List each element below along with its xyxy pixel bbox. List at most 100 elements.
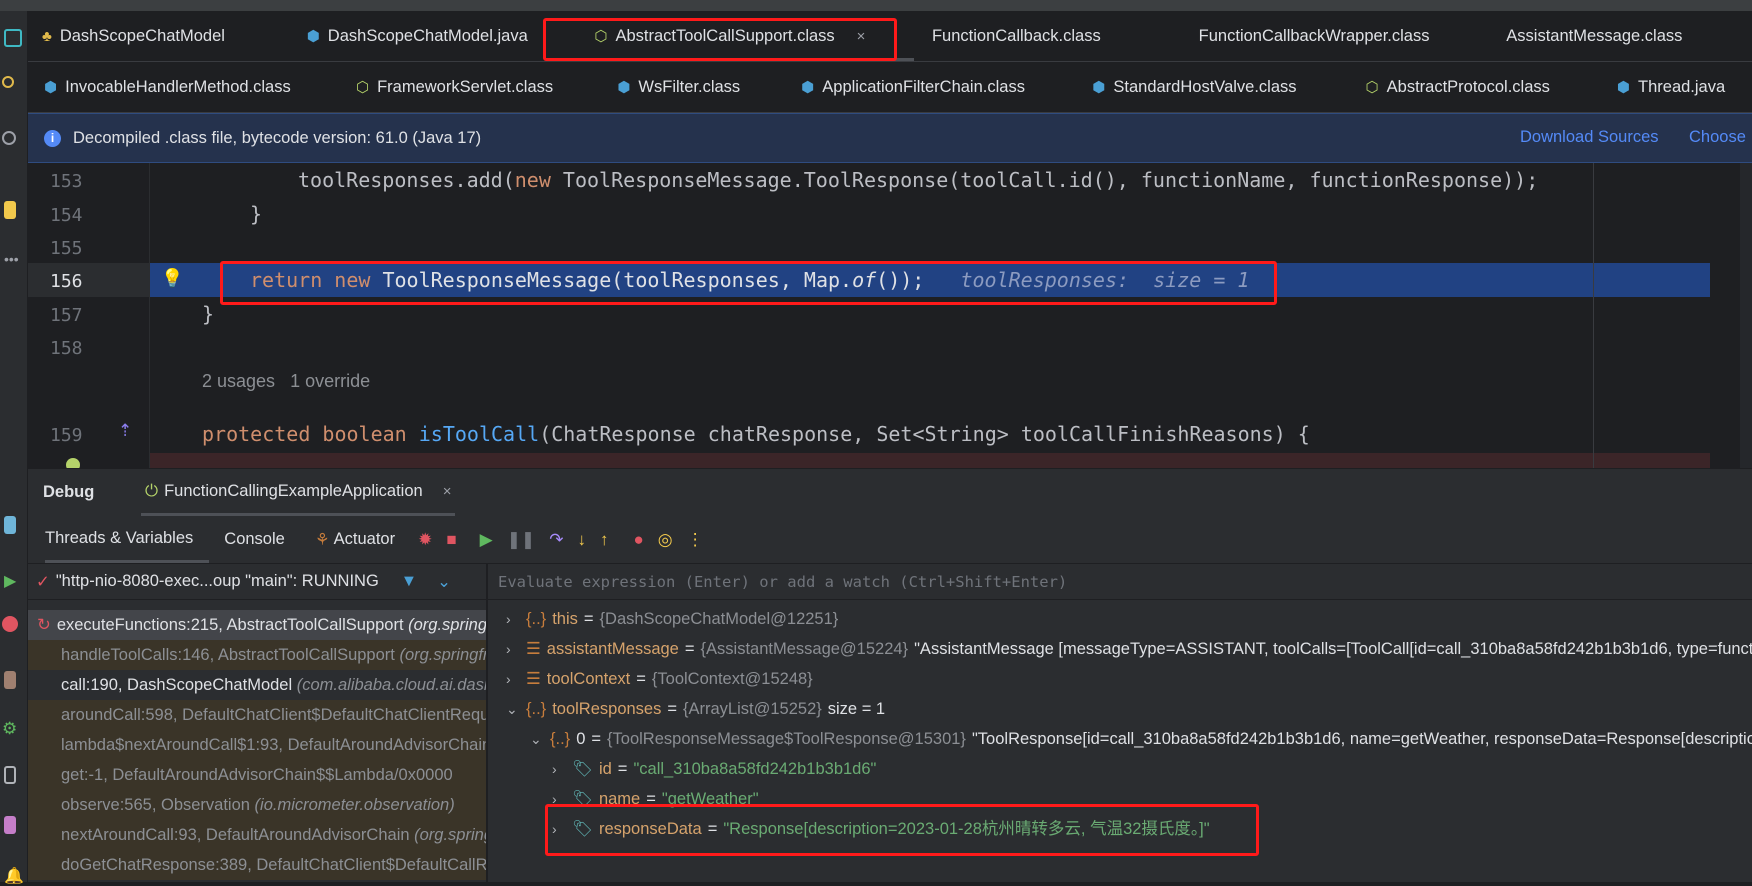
debug-icon[interactable] — [2, 616, 18, 632]
close-session-icon[interactable]: × — [443, 483, 452, 500]
java-class-icon: ⬢ — [617, 79, 631, 96]
rerun-debug-icon[interactable]: ✹ — [418, 530, 432, 550]
more-options-icon[interactable]: ⋮ — [687, 530, 704, 550]
tab-threads-variables[interactable]: Threads & Variables — [45, 516, 210, 563]
breakpoint-icon[interactable] — [66, 458, 80, 468]
chevron-right-icon[interactable]: › — [552, 814, 566, 844]
usages-link[interactable]: 2 usages — [202, 371, 275, 391]
choose-sources-link[interactable]: Choose — [1689, 128, 1746, 147]
stack-frame[interactable]: nextAroundCall:93, DefaultAroundAdvisorC… — [28, 820, 486, 850]
tab-functioncallback[interactable]: FunctionCallback.class — [914, 11, 1169, 61]
settings-gear-icon[interactable]: ⚙ — [2, 719, 20, 738]
tab-actuator[interactable]: Actuator — [334, 530, 395, 549]
tab-thread[interactable]: ⬢ Thread.java — [1603, 62, 1752, 112]
filter-icon[interactable]: ▼ — [401, 572, 417, 591]
chevron-down-icon[interactable]: ⌄ — [437, 572, 451, 592]
tab-functioncallbackwrapper[interactable]: FunctionCallbackWrapper.class — [1169, 11, 1493, 61]
code-vision-hints: 2 usages 1 override — [202, 371, 370, 392]
stack-frame[interactable]: handleToolCalls:146, AbstractToolCallSup… — [28, 640, 486, 670]
variable-responsedata[interactable]: › 🏷 responseData = "Response[description=202… — [552, 814, 1210, 844]
decompiled-info-bar: i Decompiled .class file, bytecode versi… — [28, 113, 1752, 163]
variable-assistantmessage[interactable]: › ☰ assistantMessage = {AssistantMessage@152… — [506, 634, 1752, 664]
class-file-icon: ⬡ — [1365, 79, 1379, 96]
window-title-strip — [0, 0, 1752, 11]
chevron-right-icon[interactable]: › — [506, 604, 520, 634]
stop-icon[interactable]: ■ — [446, 530, 456, 550]
variable-id[interactable]: › 🏷 id = "call_310ba8a58fd242b1b3b1d6" — [552, 754, 876, 784]
activity-bar: ••• ▶ ⚙ 🔔 — [0, 11, 28, 885]
chevron-right-icon[interactable]: › — [552, 754, 566, 784]
lightbulb-icon[interactable]: 💡 — [161, 268, 183, 289]
services-icon[interactable] — [4, 671, 16, 689]
chevron-down-icon[interactable]: ⌄ — [506, 694, 520, 724]
line-number: 157 — [50, 305, 83, 326]
tag-icon: 🏷 — [572, 820, 593, 838]
plugin-icon[interactable] — [4, 816, 16, 834]
commit-icon[interactable] — [2, 76, 14, 88]
code-line-153: toolResponses.add(new ToolResponseMessag… — [298, 168, 1539, 192]
evaluate-expression-input[interactable]: Evaluate expression (Enter) or add a wat… — [488, 564, 1752, 600]
stack-frame[interactable]: observe:565, Observation (io.micrometer.… — [28, 790, 486, 820]
debug-session-tab[interactable]: ⏻ FunctionCallingExampleApplication × — [141, 469, 456, 516]
resume-icon[interactable]: ▶ — [480, 530, 493, 550]
tab-assistantmessage[interactable]: AssistantMessage.class — [1492, 11, 1752, 61]
frames-panel: ✓ "http-nio-8080-exec...oup "main": RUNN… — [28, 564, 487, 882]
stack-frame[interactable]: get:-1, DefaultAroundAdvisorChain$$Lambd… — [28, 760, 486, 790]
tab-abstracttoolcallsupport[interactable]: ⬡ AbstractToolCallSupport.class × — [554, 11, 914, 61]
step-out-icon[interactable]: ↑ — [600, 530, 609, 550]
download-sources-link[interactable]: Download Sources — [1520, 128, 1659, 147]
code-line-154: } — [250, 202, 263, 226]
variable-item-0[interactable]: ⌄ {..} 0 = {ToolResponseMessage$ToolResponse… — [530, 724, 1752, 754]
override-link[interactable]: 1 override — [290, 371, 370, 391]
project-icon[interactable] — [4, 29, 22, 47]
chevron-down-icon[interactable]: ⌄ — [530, 724, 544, 754]
thread-selector[interactable]: ✓ "http-nio-8080-exec...oup "main": RUNN… — [28, 564, 486, 600]
structure-icon[interactable] — [4, 201, 16, 219]
stack-frame[interactable]: lambda$nextAroundCall$1:93, DefaultAroun… — [28, 730, 486, 760]
chevron-right-icon[interactable]: › — [506, 664, 520, 694]
chevron-right-icon[interactable]: › — [506, 634, 520, 664]
java-class-icon: ⬢ — [306, 28, 320, 45]
view-breakpoints-icon[interactable]: ● — [633, 530, 643, 550]
mute-breakpoints-icon[interactable]: ◎ — [658, 530, 673, 550]
tab-frameworkservlet[interactable]: ⬡ FrameworkServlet.class — [342, 62, 603, 112]
terminal-icon[interactable] — [4, 766, 16, 784]
tab-invocablehandlermethod[interactable]: ⬢ InvocableHandlerMethod.class — [28, 62, 342, 112]
help-icon[interactable] — [2, 131, 16, 145]
step-into-icon[interactable]: ↓ — [577, 530, 586, 550]
tag-icon: 🏷 — [572, 790, 593, 808]
step-over-icon[interactable]: ↷ — [549, 530, 563, 550]
tab-dashscopechatmodel-java[interactable]: ⬢ DashScopeChatModel.java — [293, 11, 555, 61]
debug-toolbar: Threads & Variables Console ⚘ Actuator ✹… — [28, 516, 1752, 564]
more-icon[interactable]: ••• — [4, 251, 22, 269]
variable-this[interactable]: › {..} this = {DashScopeChatModel@12251} — [506, 604, 838, 634]
tab-standardhostvalve[interactable]: ⬢ StandardHostValve.class — [1078, 62, 1351, 112]
agent-icon[interactable] — [4, 516, 16, 534]
stack-frame[interactable]: call:190, DashScopeChatModel (com.alibab… — [28, 670, 486, 700]
stack-frame[interactable]: aroundCall:598, DefaultChatClient$Defaul… — [28, 700, 486, 730]
variable-toolresponses[interactable]: ⌄ {..} toolResponses = {ArrayList@15252} size… — [506, 694, 885, 724]
object-icon: {..} — [526, 700, 547, 718]
code-line-157: } — [202, 302, 215, 326]
stack-frame[interactable]: ↻ executeFunctions:215, AbstractToolCallS… — [28, 610, 486, 640]
stack-frame[interactable]: doGetChatResponse:389, DefaultChatClient… — [28, 850, 486, 880]
code-editor[interactable]: 153 154 155 156 157 158 159 💡 ⇡ toolResp… — [28, 163, 1752, 468]
class-file-icon: ⬡ — [594, 28, 608, 45]
editor-scrollbar[interactable] — [1740, 163, 1752, 468]
tab-console[interactable]: Console — [224, 530, 285, 549]
field-icon: ☰ — [526, 640, 541, 658]
variable-name[interactable]: › 🏷 name = "getWeather" — [552, 784, 759, 814]
tab-applicationfilterchain[interactable]: ⬢ ApplicationFilterChain.class — [787, 62, 1078, 112]
tab-dashscopechatmodel[interactable]: ♣ DashScopeChatModel — [28, 11, 293, 61]
code-line-156: return new ToolResponseMessage(toolRespo… — [250, 268, 1250, 292]
override-marker-icon[interactable]: ⇡ — [118, 421, 132, 441]
chevron-right-icon[interactable]: › — [552, 784, 566, 814]
tab-wsfilter[interactable]: ⬢ WsFilter.class — [603, 62, 787, 112]
java-class-icon: ⬢ — [1616, 79, 1631, 96]
run-icon[interactable]: ▶ — [4, 571, 22, 590]
pause-icon[interactable]: ❚❚ — [507, 530, 536, 550]
variable-toolcontext[interactable]: › ☰ toolContext = {ToolContext@15248} — [506, 664, 813, 694]
close-tab-icon[interactable]: × — [857, 28, 866, 45]
notifications-icon[interactable]: 🔔 — [4, 866, 24, 885]
tab-abstractprotocol[interactable]: ⬡ AbstractProtocol.class — [1352, 62, 1603, 112]
